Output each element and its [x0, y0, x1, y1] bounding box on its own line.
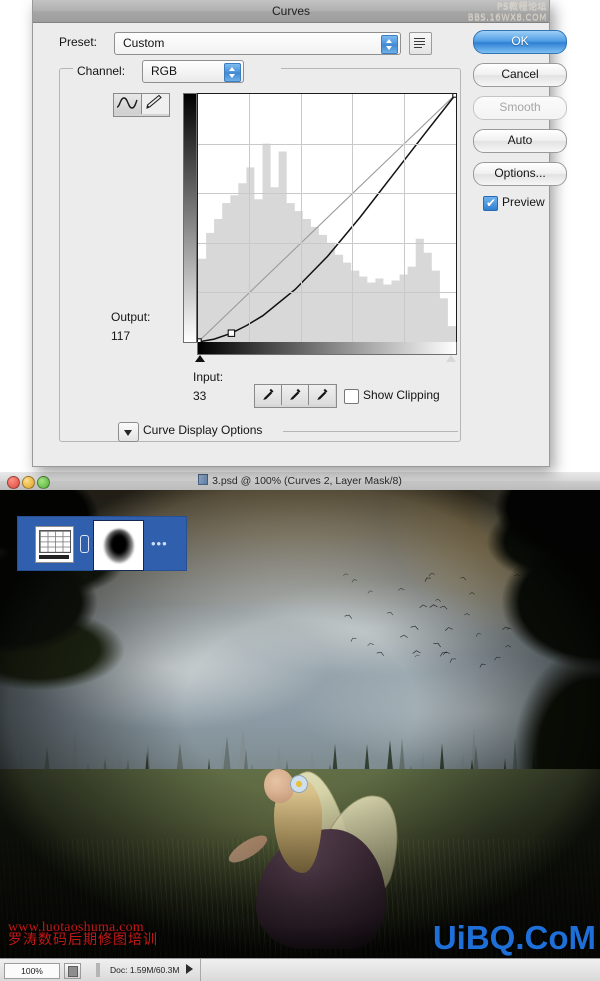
status-preview-glyph: [68, 966, 78, 977]
status-bar-divider: [96, 963, 100, 977]
curve-display-options-row[interactable]: Curve Display Options: [118, 422, 458, 442]
image-canvas[interactable]: ︿︿︿︿︿︿︿︿︿︿︿︿︿︿︿︿︿︿︿︿︿︿︿︿︿︿︿︿︿︿︿︿︿︿: [0, 490, 600, 959]
menu-line: [414, 38, 425, 39]
document-titlebar[interactable]: 3.psd @ 100% (Curves 2, Layer Mask/8): [0, 472, 600, 491]
menu-line: [414, 44, 425, 45]
menu-line: [414, 41, 425, 42]
curve-control-point-2[interactable]: [452, 94, 456, 98]
curves-adjustment-thumbnail[interactable]: [35, 526, 74, 563]
layer-mask-thumbnail[interactable]: [93, 520, 144, 571]
channel-selected-value: RGB: [151, 64, 178, 78]
white-point-slider[interactable]: [446, 355, 456, 362]
forum-watermark-line1: PS教程论坛: [496, 2, 547, 12]
curve-tool-toggle-group: [113, 93, 170, 117]
pencil-glyph: [146, 94, 162, 109]
channel-label: Channel:: [77, 64, 126, 78]
channel-select[interactable]: RGB: [142, 60, 244, 83]
set-black-point-eyedropper[interactable]: [255, 385, 282, 405]
chevron-up-icon: [229, 67, 235, 71]
curves-dialog: Curves Preset: Custom Channel: RGB Outpu…: [32, 0, 567, 467]
preset-selected-value: Custom: [123, 36, 165, 50]
desktop-backdrop: 3.psd @ 100% (Curves 2, Layer Mask/8) ︿︿…: [0, 0, 600, 981]
status-preview-icon[interactable]: [64, 963, 81, 979]
input-readout: Input: 33: [193, 368, 263, 406]
input-gradient-bar: [197, 342, 457, 355]
chevron-up-icon: [386, 39, 392, 43]
preset-row: Preset: Custom: [59, 32, 459, 55]
checkmark-icon: ✔: [486, 196, 497, 210]
preview-label: Preview: [502, 195, 545, 209]
show-clipping-checkbox[interactable]: [344, 389, 359, 404]
output-value[interactable]: 117: [111, 327, 181, 346]
preset-label: Preset:: [59, 35, 98, 49]
artwork-watermark-cn: 罗涛数码后期修图培训: [8, 933, 158, 948]
psd-document-icon: [198, 474, 209, 485]
preview-checkbox[interactable]: ✔: [483, 196, 498, 211]
input-value[interactable]: 33: [193, 387, 263, 406]
chevron-down-icon: [386, 46, 392, 50]
layer-link-icon[interactable]: [80, 535, 89, 553]
forum-watermark: PS教程论坛 BBS.16WX8.COM: [468, 2, 547, 24]
layer-mask-blob: [103, 528, 134, 563]
channel-stepper-icon[interactable]: [224, 63, 241, 82]
curve-glyph: [116, 97, 138, 109]
curves-plot-area[interactable]: [197, 93, 457, 343]
black-point-slider[interactable]: [195, 355, 205, 362]
status-bar-separator: [200, 959, 201, 981]
artwork-blue-watermark: UiBQ.CoM: [432, 919, 596, 956]
document-window: 3.psd @ 100% (Curves 2, Layer Mask/8) ︿︿…: [0, 472, 600, 981]
options-button[interactable]: Options...: [473, 162, 567, 186]
document-title-text: 3.psd @ 100% (Curves 2, Layer Mask/8): [212, 475, 402, 487]
dialog-button-column: OK Cancel Smooth Auto Options... ✔ Previ…: [473, 30, 567, 213]
curve-display-options-label: Curve Display Options: [143, 423, 263, 437]
auto-button[interactable]: Auto: [473, 129, 567, 153]
curves-plot-svg: [198, 94, 456, 342]
eyedropper-icon: [263, 388, 274, 400]
set-gray-point-eyedropper[interactable]: [282, 385, 309, 405]
layers-thumbnail-strip[interactable]: •••: [17, 516, 187, 571]
show-clipping-label: Show Clipping: [363, 388, 440, 402]
artwork-red-watermark: www.luotaoshuma.com 罗涛数码后期修图培训: [8, 921, 238, 948]
disclosure-triangle-icon[interactable]: [118, 422, 139, 442]
forum-watermark-line2: BBS.16WX8.COM: [467, 13, 547, 23]
document-title-bar-text: 3.psd @ 100% (Curves 2, Layer Mask/8): [0, 472, 600, 490]
set-white-point-eyedropper[interactable]: [309, 385, 335, 405]
curves-thumbnail-gradient: [39, 555, 69, 559]
output-gradient-bar: [183, 93, 197, 343]
curve-control-point-1[interactable]: [227, 329, 236, 337]
output-label: Output:: [111, 310, 151, 324]
eyedropper-icon: [317, 388, 328, 400]
zoom-level-field[interactable]: 100%: [4, 963, 60, 979]
menu-line: [414, 47, 422, 48]
input-label: Input:: [193, 370, 224, 384]
layer-strip-ellipsis[interactable]: •••: [151, 537, 168, 550]
preset-stepper-icon[interactable]: [381, 35, 398, 54]
curves-thumbnail-grid-icon: [39, 530, 71, 553]
output-readout: Output: 117: [111, 308, 181, 346]
status-arrow-icon[interactable]: [186, 964, 193, 974]
triangle-down-icon: [124, 430, 132, 436]
eyedropper-icon: [290, 388, 301, 400]
chevron-down-icon: [229, 74, 235, 78]
curves-graph[interactable]: [183, 93, 457, 362]
document-size-info: Doc: 1.59M/60.3M: [110, 965, 180, 975]
cancel-button[interactable]: Cancel: [473, 63, 567, 87]
preview-row[interactable]: ✔ Preview: [473, 195, 565, 213]
photoshop-status-bar: 100% Doc: 1.59M/60.3M: [0, 958, 600, 981]
smooth-button: Smooth: [473, 96, 567, 120]
eyedropper-group: [254, 384, 337, 408]
preset-menu-icon[interactable]: [409, 32, 432, 55]
pencil-tool-icon[interactable]: [142, 94, 169, 114]
ok-button[interactable]: OK: [473, 30, 567, 54]
section-rule: [283, 431, 458, 432]
channel-row: Channel: RGB: [73, 60, 281, 83]
preset-select[interactable]: Custom: [114, 32, 401, 55]
curve-tool-icon[interactable]: [114, 94, 142, 114]
